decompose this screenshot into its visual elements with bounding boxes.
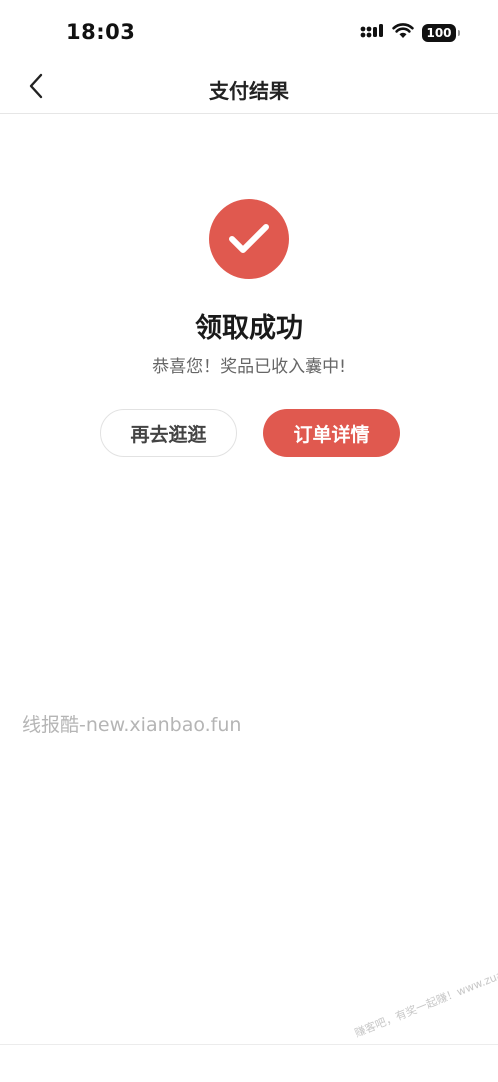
corner-watermark: 赚客吧，有奖一起赚！www.zuanke8.com <box>352 948 498 1040</box>
status-icons: 100 <box>360 22 460 44</box>
watermark-text: 线报酷-new.xianbao.fun <box>22 714 242 736</box>
battery-icon: 100 <box>422 24 460 42</box>
cellular-signal-icon <box>360 23 384 43</box>
nav-bar: 支付结果 <box>0 62 498 114</box>
battery-level: 100 <box>426 26 452 40</box>
status-time: 18:03 <box>66 20 136 44</box>
result-title: 领取成功 <box>195 313 303 344</box>
wifi-icon <box>392 23 414 43</box>
continue-shopping-button[interactable]: 再去逛逛 <box>100 409 237 457</box>
order-details-button[interactable]: 订单详情 <box>263 409 400 457</box>
status-bar: 18:03 100 <box>0 0 498 62</box>
result-subtitle: 恭喜您！奖品已收入囊中! <box>152 357 346 377</box>
bottom-divider <box>0 1044 498 1045</box>
page-title: 支付结果 <box>209 79 289 103</box>
check-circle-icon <box>209 199 289 279</box>
